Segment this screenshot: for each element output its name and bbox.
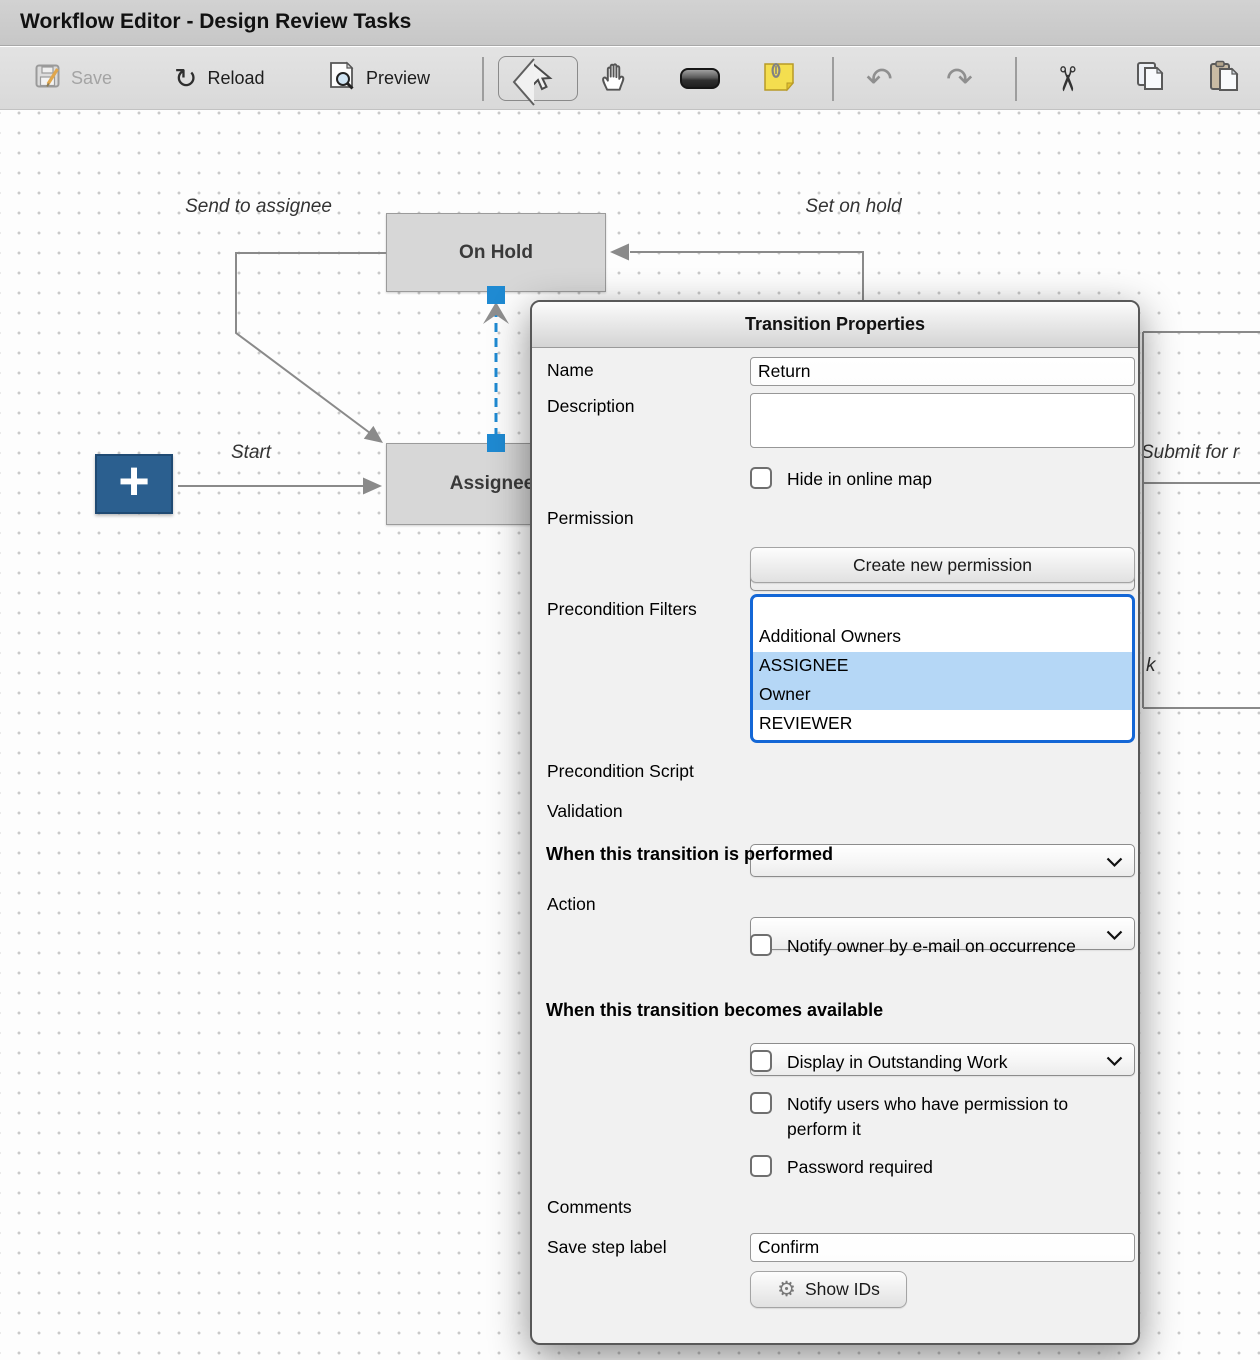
- dialog-callout-pointer: [512, 58, 535, 108]
- preview-label: Preview: [366, 68, 430, 89]
- window-title: Workflow Editor - Design Review Tasks: [20, 10, 411, 34]
- password-required-row: Password required: [750, 1155, 933, 1180]
- section-becomes-available: When this transition becomes available: [546, 1000, 883, 1021]
- edge-label-send-to-assignee[interactable]: Send to assignee: [168, 196, 349, 218]
- pan-tool-button[interactable]: [598, 47, 630, 110]
- filter-option[interactable]: Additional Owners: [753, 623, 1132, 652]
- toolbar: Save ↻ Reload Preview: [0, 47, 1260, 110]
- chevron-down-icon: [1106, 857, 1123, 868]
- redo-button[interactable]: ↷: [946, 47, 973, 110]
- notify-users-row: Notify users who have permission to perf…: [750, 1092, 1117, 1143]
- node-on-hold[interactable]: On Hold: [386, 213, 606, 292]
- precondition-script-label: Precondition Script: [547, 761, 694, 782]
- copy-button[interactable]: [1134, 47, 1166, 110]
- save-step-input[interactable]: Confirm: [750, 1233, 1135, 1262]
- action-label: Action: [547, 894, 596, 915]
- name-label: Name: [547, 360, 594, 381]
- notify-users-label: Notify users who have permission to perf…: [787, 1092, 1117, 1143]
- precondition-filters-listbox[interactable]: Additional Owners ASSIGNEE Owner REVIEWE…: [750, 594, 1135, 743]
- chevron-down-icon: [1106, 930, 1123, 941]
- step-node-icon: [680, 68, 720, 89]
- show-ids-button[interactable]: ⚙ Show IDs: [750, 1271, 907, 1308]
- display-outstanding-label: Display in Outstanding Work: [787, 1050, 1007, 1075]
- node-assignee-label: Assignee: [450, 473, 534, 495]
- password-required-label: Password required: [787, 1155, 933, 1180]
- reload-label: Reload: [207, 68, 264, 89]
- hand-icon: [598, 60, 630, 97]
- reload-button[interactable]: ↻ Reload: [174, 47, 265, 110]
- hide-in-online-map-row: Hide in online map: [750, 467, 932, 492]
- node-tool-button[interactable]: [680, 47, 720, 110]
- title-bar: Workflow Editor - Design Review Tasks: [0, 0, 1260, 46]
- notify-owner-row: Notify owner by e-mail on occurrence: [750, 934, 1076, 959]
- toolbar-separator: [1015, 57, 1017, 101]
- notify-users-checkbox[interactable]: [750, 1092, 772, 1114]
- validation-label: Validation: [547, 801, 623, 822]
- edge-label-k-fragment[interactable]: k: [1146, 655, 1156, 677]
- toolbar-separator: [832, 57, 834, 101]
- paste-button[interactable]: [1208, 47, 1240, 110]
- dialog-body: Name Return Description Hide in online m…: [532, 348, 1138, 1345]
- chevron-down-icon: [1106, 1056, 1123, 1067]
- undo-icon: ↶: [866, 63, 893, 95]
- password-required-checkbox[interactable]: [750, 1155, 772, 1177]
- toolbar-separator: [482, 57, 484, 101]
- filter-option[interactable]: REVIEWER: [753, 710, 1132, 739]
- dialog-title: Transition Properties: [532, 302, 1138, 348]
- preview-button[interactable]: Preview: [328, 47, 430, 110]
- permission-label: Permission: [547, 508, 634, 529]
- redo-icon: ↷: [946, 63, 973, 95]
- display-outstanding-row: Display in Outstanding Work: [750, 1050, 1007, 1075]
- cut-button[interactable]: ✂: [1052, 47, 1081, 110]
- notify-owner-label: Notify owner by e-mail on occurrence: [787, 934, 1076, 959]
- save-step-label: Save step label: [547, 1237, 667, 1258]
- precondition-filters-label: Precondition Filters: [547, 599, 697, 620]
- filter-option[interactable]: Owner: [753, 681, 1132, 710]
- save-button[interactable]: Save: [35, 47, 112, 110]
- create-new-permission-button[interactable]: Create new permission: [750, 547, 1135, 583]
- section-when-performed: When this transition is performed: [546, 844, 833, 865]
- show-ids-label: Show IDs: [805, 1279, 880, 1300]
- paste-icon: [1208, 60, 1240, 97]
- note-tool-button[interactable]: [762, 47, 796, 110]
- pointer-tool-button[interactable]: [498, 56, 578, 101]
- save-label: Save: [71, 68, 112, 89]
- display-outstanding-checkbox[interactable]: [750, 1050, 772, 1072]
- notify-owner-checkbox[interactable]: [750, 934, 772, 956]
- preview-icon: [328, 61, 356, 96]
- filter-option[interactable]: ASSIGNEE: [753, 652, 1132, 681]
- description-label: Description: [547, 396, 635, 417]
- edge-label-set-on-hold[interactable]: Set on hold: [763, 196, 944, 218]
- name-input[interactable]: Return: [750, 357, 1135, 386]
- workflow-editor-window: Workflow Editor - Design Review Tasks Sa…: [0, 0, 1260, 1360]
- node-on-hold-label: On Hold: [459, 242, 533, 264]
- comments-label: Comments: [547, 1197, 632, 1218]
- hide-in-online-map-checkbox[interactable]: [750, 467, 772, 489]
- description-input[interactable]: [750, 393, 1135, 448]
- reload-icon: ↻: [174, 65, 197, 93]
- hide-in-online-map-label: Hide in online map: [787, 467, 932, 492]
- undo-button[interactable]: ↶: [866, 47, 893, 110]
- save-floppy-icon: [35, 63, 61, 94]
- start-node[interactable]: +: [95, 454, 173, 514]
- edge-label-submit-fragment[interactable]: Submit for r: [1141, 442, 1239, 464]
- sticky-note-icon: [762, 61, 796, 97]
- gear-icon: ⚙: [777, 1279, 796, 1300]
- copy-icon: [1134, 60, 1166, 97]
- transition-properties-dialog: Transition Properties Name Return Descri…: [530, 300, 1140, 1345]
- scissors-icon: ✂: [1049, 64, 1083, 93]
- edge-label-start[interactable]: Start: [201, 442, 301, 464]
